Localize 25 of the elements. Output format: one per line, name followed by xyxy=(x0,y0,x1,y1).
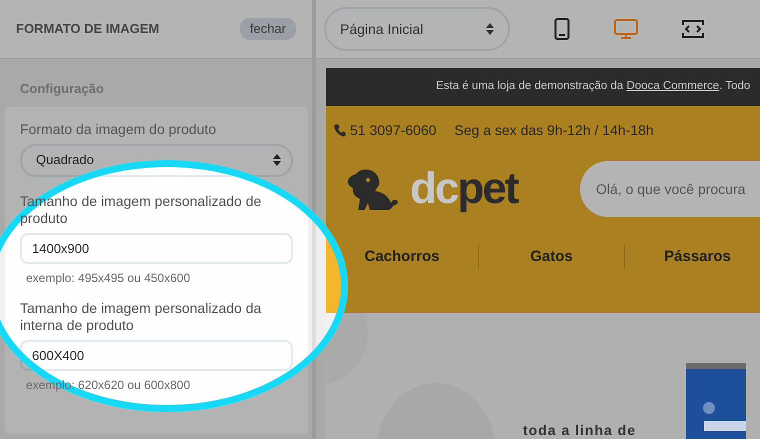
code-brackets-icon[interactable] xyxy=(682,19,704,39)
close-button[interactable]: fechar xyxy=(240,18,296,40)
format-select[interactable]: Quadrado xyxy=(20,144,293,176)
caret-updown-icon xyxy=(486,23,494,35)
mobile-icon[interactable] xyxy=(554,18,570,40)
logo-text: dcpet xyxy=(410,167,518,211)
nav-link[interactable]: Pássaros xyxy=(625,246,760,268)
hint-text: exemplo: 495x495 ou 450x600 xyxy=(26,270,192,286)
notice-text: Esta é uma loja de demonstração da Dooca Commerce. Todo xyxy=(436,79,750,94)
caret-updown-icon xyxy=(273,154,281,166)
phone-number: 51 3097-6060 xyxy=(350,121,436,140)
page-select[interactable]: Página Inicial xyxy=(324,7,510,51)
nav-link[interactable]: Gatos xyxy=(479,246,624,268)
hero-text: toda a linha de xyxy=(523,421,636,439)
field-label: Tamanho de imagem personalizado da interna de produto xyxy=(20,300,262,334)
phone-icon xyxy=(334,124,346,137)
size-input[interactable]: 600X400 xyxy=(20,340,293,370)
field-label: Formato da imagem do produto xyxy=(20,120,218,138)
notice-link[interactable]: Dooca Commerce xyxy=(626,80,720,92)
opening-hours: Seg a sex das 9h-12h / 14h-18h xyxy=(454,121,654,140)
search-field[interactable]: Olá, o que você procura xyxy=(580,161,760,217)
size-input[interactable]: 1400x900 xyxy=(20,232,293,264)
nav-link[interactable]: Cachorros xyxy=(326,246,478,268)
section-label: Configuração xyxy=(19,80,105,98)
panel-title: FORMATO DE IMAGEM xyxy=(16,20,160,38)
